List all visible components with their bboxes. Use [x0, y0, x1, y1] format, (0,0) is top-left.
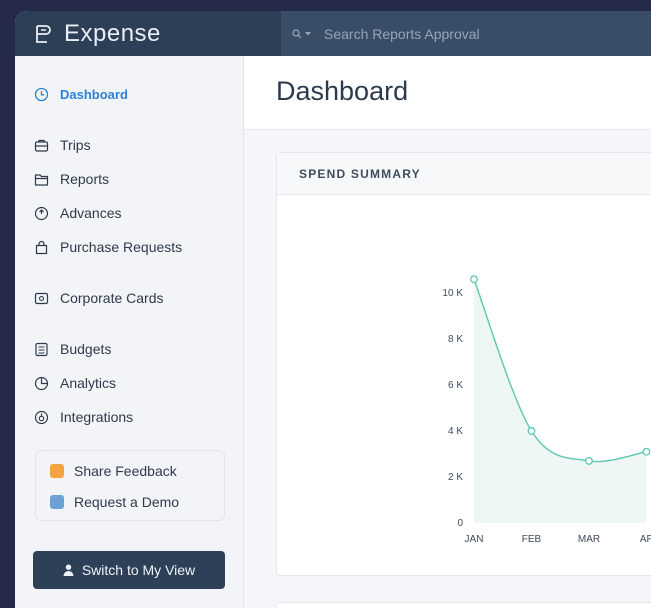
briefcase-icon: [34, 139, 49, 152]
sidebar-item-label: Dashboard: [60, 86, 128, 102]
sidebar-item-integrations[interactable]: Integrations: [34, 407, 133, 427]
spend-summary-chart: 0 2 K 4 K 6 K 8 K 10 K JAN FEB MAR AP: [442, 275, 651, 545]
search-bar[interactable]: [281, 11, 651, 56]
switch-view-label: Switch to My View: [81, 562, 196, 578]
sidebar-item-analytics[interactable]: Analytics: [34, 373, 116, 393]
top-bar: Expense: [15, 11, 651, 56]
page-title: Dashboard: [276, 76, 409, 106]
clock-icon: [34, 87, 49, 101]
budget-icon: [35, 342, 48, 356]
user-icon: [63, 564, 74, 576]
folder-icon: [34, 173, 49, 186]
share-feedback-label: Share Feedback: [74, 463, 177, 479]
sidebar-item-advances[interactable]: Advances: [34, 203, 121, 223]
sidebar-item-label: Analytics: [60, 375, 117, 391]
x-tick-label: JAN: [465, 534, 484, 545]
sidebar-item-label: Advances: [60, 205, 122, 221]
monitor-icon: [50, 495, 64, 509]
y-tick-label: 4 K: [448, 426, 463, 437]
sidebar-item-label: Integrations: [60, 409, 134, 425]
y-tick-label: 0: [457, 518, 463, 529]
sidebar-item-label: Corporate Cards: [60, 290, 164, 306]
search-icon[interactable]: [292, 28, 312, 39]
bag-icon: [35, 240, 48, 254]
x-tick-label: AP: [640, 534, 651, 545]
advance-clock-icon: [34, 206, 49, 220]
help-box: Share Feedback Request a Demo: [35, 450, 225, 521]
expense-logo-icon: [32, 23, 54, 45]
data-point: [527, 427, 536, 435]
pie-chart-icon: [34, 376, 49, 390]
main-content: Dashboard SPEND SUMMARY 0 2 K 4 K 6 K 8 K 10 …: [244, 56, 651, 608]
card-icon: [34, 292, 49, 304]
feedback-icon: [50, 464, 64, 478]
integrations-icon: [34, 410, 49, 424]
sidebar: Dashboard Trips Reports Advances Purchas…: [15, 56, 244, 608]
sidebar-item-corporate-cards[interactable]: Corporate Cards: [34, 288, 164, 308]
search-input[interactable]: [324, 25, 624, 42]
sidebar-item-dashboard[interactable]: Dashboard: [34, 84, 128, 104]
request-demo-label: Request a Demo: [74, 494, 180, 510]
sidebar-item-purchase-requests[interactable]: Purchase Requests: [34, 237, 182, 257]
sidebar-item-budgets[interactable]: Budgets: [34, 339, 111, 359]
sidebar-item-label: Trips: [60, 137, 91, 153]
x-tick-label: FEB: [522, 534, 542, 545]
request-demo-link[interactable]: Request a Demo: [50, 494, 179, 510]
y-tick-label: 10 K: [442, 288, 463, 299]
sidebar-item-label: Purchase Requests: [60, 239, 183, 255]
app-window: Expense Dashboard Trips Reports Advances: [15, 11, 651, 608]
area-fill: [474, 279, 647, 523]
page-header: Dashboard: [244, 56, 651, 130]
brand[interactable]: Expense: [15, 11, 281, 56]
brand-name: Expense: [64, 19, 161, 47]
data-point: [642, 447, 651, 456]
chevron-down-icon: [305, 31, 311, 35]
x-tick-label: MAR: [578, 534, 600, 545]
y-tick-label: 6 K: [448, 380, 463, 391]
share-feedback-link[interactable]: Share Feedback: [50, 463, 177, 479]
y-tick-label: 2 K: [448, 472, 463, 483]
secondary-card: [276, 602, 651, 608]
data-point: [585, 456, 593, 465]
card-title: SPEND SUMMARY: [277, 153, 651, 195]
data-point: [470, 275, 478, 284]
sidebar-item-label: Budgets: [60, 341, 112, 357]
sidebar-item-trips[interactable]: Trips: [34, 135, 91, 155]
sidebar-item-label: Reports: [60, 171, 110, 187]
y-tick-label: 8 K: [448, 334, 463, 345]
switch-view-button[interactable]: Switch to My View: [33, 551, 225, 589]
spend-summary-card: SPEND SUMMARY 0 2 K 4 K 6 K 8 K 10 K JAN FEB MAR…: [276, 152, 651, 576]
sidebar-item-reports[interactable]: Reports: [34, 169, 109, 189]
